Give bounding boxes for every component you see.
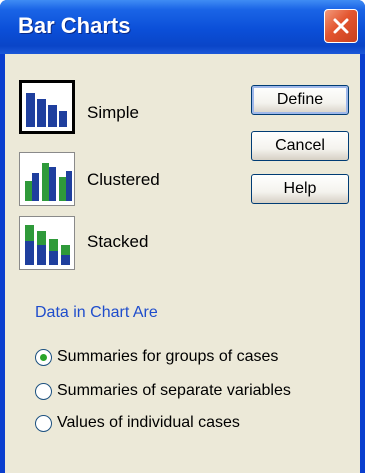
close-button[interactable] xyxy=(324,9,358,43)
label-separate-variables: Summaries of separate variables xyxy=(57,382,291,399)
clustered-chart-button[interactable] xyxy=(19,152,75,206)
stacked-label: Stacked xyxy=(87,232,149,251)
clustered-label: Clustered xyxy=(87,170,160,189)
help-button[interactable]: Help xyxy=(251,174,349,204)
label-groups-of-cases: Summaries for groups of cases xyxy=(57,348,279,365)
radio-individual-cases[interactable] xyxy=(35,414,52,432)
define-button[interactable]: Define xyxy=(251,85,349,115)
data-in-chart-title: Data in Chart Are xyxy=(35,304,158,321)
close-icon xyxy=(333,18,349,34)
dialog-body: Simple Clustered Stacked Define Cancel H… xyxy=(5,54,360,473)
option-individual-cases[interactable]: Values of individual cases xyxy=(35,412,240,434)
cancel-button[interactable]: Cancel xyxy=(251,131,349,161)
bar-charts-dialog: Bar Charts Simple Clustered Stacked Defi… xyxy=(0,0,365,473)
option-groups-of-cases[interactable]: Summaries for groups of cases xyxy=(35,346,278,368)
simple-label: Simple xyxy=(87,103,139,122)
simple-bar-icon xyxy=(26,93,67,127)
title-bar[interactable]: Bar Charts xyxy=(0,0,365,54)
label-individual-cases: Values of individual cases xyxy=(57,414,240,431)
radio-separate-variables[interactable] xyxy=(35,382,52,400)
radio-groups-of-cases[interactable] xyxy=(35,348,52,366)
stacked-bar-icon xyxy=(25,225,70,265)
stacked-chart-button[interactable] xyxy=(19,216,75,270)
clustered-bar-icon xyxy=(25,163,72,201)
option-separate-variables[interactable]: Summaries of separate variables xyxy=(35,380,291,402)
window-title: Bar Charts xyxy=(18,13,131,38)
simple-chart-button[interactable] xyxy=(19,80,75,134)
